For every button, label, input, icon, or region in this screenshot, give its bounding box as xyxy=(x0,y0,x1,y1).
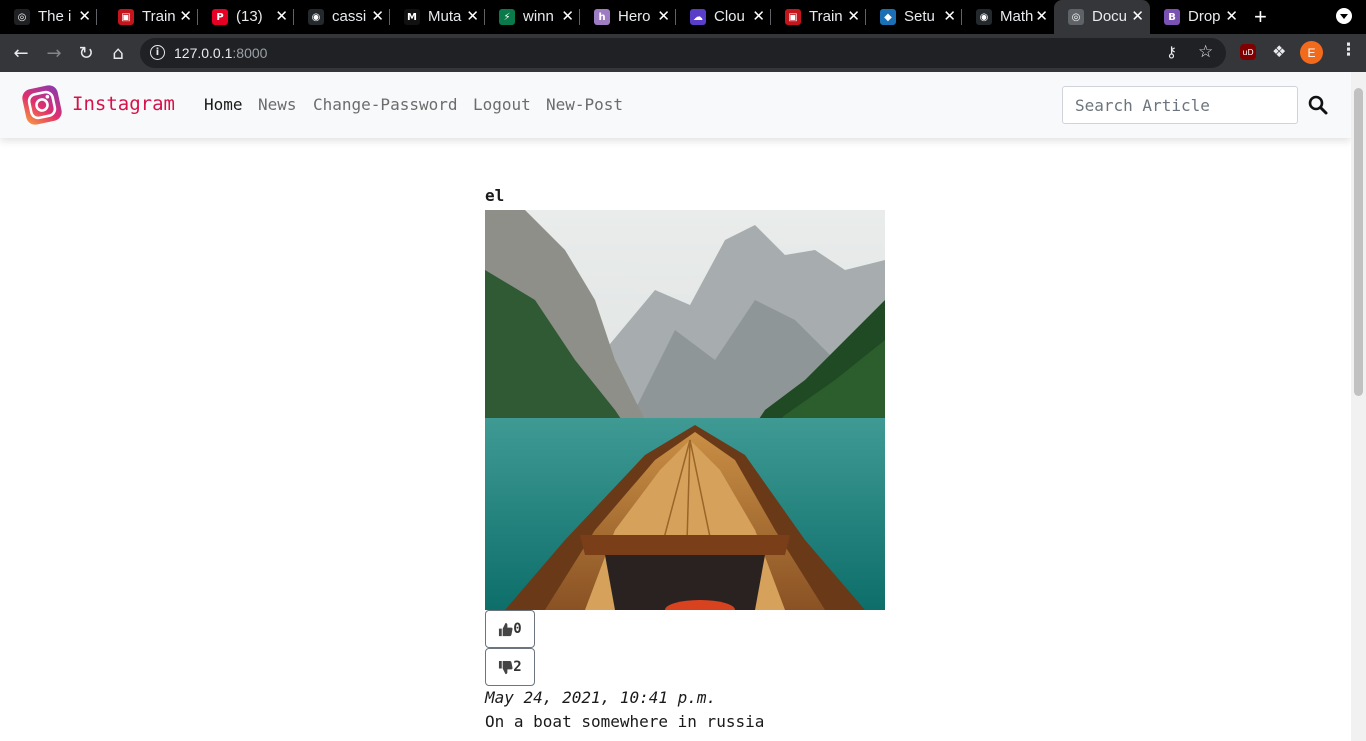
close-icon[interactable]: ✕ xyxy=(78,7,91,25)
new-tab-button[interactable]: + xyxy=(1254,4,1267,30)
close-icon[interactable]: ✕ xyxy=(371,7,384,25)
close-icon[interactable]: ✕ xyxy=(943,7,956,25)
github-icon: ◉ xyxy=(308,9,324,25)
nav-link-news[interactable]: News xyxy=(258,95,297,114)
browser-toolbar: ← → ↻ ⌂ i 127.0.0.1:8000 ⚷ ☆ uD ❖ ⋮ xyxy=(0,34,1366,72)
browser-tab[interactable]: ⚡ winn ✕ xyxy=(485,0,580,34)
tab-title: The i xyxy=(38,8,72,25)
bootstrap-icon: B xyxy=(1164,9,1180,25)
close-icon[interactable]: ✕ xyxy=(657,7,670,25)
key-icon[interactable]: ⚷ xyxy=(1166,43,1177,61)
close-icon[interactable]: ✕ xyxy=(275,7,288,25)
tab-title: Train xyxy=(809,8,843,25)
bookmark-star-icon[interactable]: ☆ xyxy=(1198,42,1213,62)
tab-title: Train xyxy=(142,8,176,25)
tab-title: Hero xyxy=(618,8,651,25)
scrollbar-thumb[interactable] xyxy=(1354,88,1363,396)
bolt-icon: ⚡ xyxy=(499,9,515,25)
reload-icon[interactable]: ↻ xyxy=(75,42,97,64)
close-icon[interactable]: ✕ xyxy=(1131,7,1144,25)
heroku-icon: h xyxy=(594,9,610,25)
nav-link-home[interactable]: Home xyxy=(204,95,243,114)
browser-tab[interactable]: ◎ Docu ✕ xyxy=(1054,0,1150,34)
square-icon: ▣ xyxy=(118,9,134,25)
instagram-logo-icon[interactable] xyxy=(19,84,65,126)
close-icon[interactable]: ✕ xyxy=(561,7,574,25)
address-bar[interactable]: i 127.0.0.1:8000 ⚷ ☆ xyxy=(140,38,1226,68)
browser-tab[interactable]: M Muta ✕ xyxy=(390,0,485,34)
nav-link-change-password[interactable]: Change-Password xyxy=(313,95,458,114)
close-icon[interactable]: ✕ xyxy=(466,7,479,25)
tab-title: cassi xyxy=(332,8,367,25)
browser-tab[interactable]: B Drop ✕ xyxy=(1150,0,1244,34)
search-input[interactable] xyxy=(1062,86,1298,124)
page-viewport: Instagram Home News Change-Password Logo… xyxy=(0,72,1366,741)
block-icon: M xyxy=(404,9,420,25)
globe-icon: ◎ xyxy=(1068,9,1084,25)
tab-search-icon[interactable] xyxy=(1336,8,1352,24)
square-icon: ▣ xyxy=(785,9,801,25)
nav-link-new-post[interactable]: New-Post xyxy=(546,95,623,114)
menu-kebab-icon[interactable]: ⋮ xyxy=(1340,40,1357,60)
browser-tab[interactable]: ▣ Train ✕ xyxy=(771,0,866,34)
forward-icon[interactable]: → xyxy=(43,42,65,64)
back-icon[interactable]: ← xyxy=(10,42,32,64)
tab-title: Docu xyxy=(1092,8,1128,25)
browser-tab[interactable]: ◆ Setu ✕ xyxy=(866,0,962,34)
search-icon[interactable] xyxy=(1307,94,1329,116)
github-icon: ◉ xyxy=(976,9,992,25)
ublock-icon[interactable]: uD xyxy=(1240,44,1256,60)
browser-tab[interactable]: ☁ Clou ✕ xyxy=(676,0,771,34)
tab-title: (13) xyxy=(236,8,263,25)
like-count: 0 xyxy=(513,621,522,637)
close-icon[interactable]: ✕ xyxy=(1225,7,1238,25)
fox-icon: ◆ xyxy=(880,9,896,25)
pinterest-icon: P xyxy=(212,9,228,25)
tab-title: Setu xyxy=(904,8,935,25)
brand-name[interactable]: Instagram xyxy=(72,93,175,115)
like-button[interactable]: 0 xyxy=(485,610,535,648)
close-icon[interactable]: ✕ xyxy=(179,7,192,25)
tab-title: Clou xyxy=(714,8,745,25)
site-info-icon[interactable]: i xyxy=(150,45,165,60)
post-caption: On a boat somewhere in russia xyxy=(485,712,765,731)
browser-tab[interactable]: ◎ The i ✕ xyxy=(0,0,97,34)
page-scrollbar[interactable] xyxy=(1351,72,1366,741)
site-navbar: Instagram Home News Change-Password Logo… xyxy=(0,72,1351,138)
post-date: May 24, 2021, 10:41 p.m. xyxy=(485,688,717,707)
post-image xyxy=(485,210,885,610)
post-author[interactable]: el xyxy=(485,186,504,205)
browser-tab[interactable]: ▣ Train ✕ xyxy=(104,0,198,34)
cloud-icon: ☁ xyxy=(690,9,706,25)
browser-tab[interactable]: P (13) ✕ xyxy=(198,0,294,34)
close-icon[interactable]: ✕ xyxy=(847,7,860,25)
nav-link-logout[interactable]: Logout xyxy=(473,95,531,114)
tab-separator xyxy=(96,9,97,25)
browser-tab[interactable]: ◉ Math ✕ xyxy=(962,0,1054,34)
tab-title: Math xyxy=(1000,8,1034,25)
tab-title: Drop xyxy=(1188,8,1221,25)
browser-tab[interactable]: h Hero ✕ xyxy=(580,0,676,34)
url-text[interactable]: 127.0.0.1:8000 xyxy=(174,45,267,61)
thumbs-down-icon xyxy=(499,660,513,674)
browser-tab[interactable]: ◉ cassi ✕ xyxy=(294,0,390,34)
home-icon[interactable]: ⌂ xyxy=(107,42,129,64)
close-icon[interactable]: ✕ xyxy=(1035,7,1048,25)
profile-avatar[interactable]: E xyxy=(1300,41,1323,64)
browser-tab-strip: ◎ The i ✕ ▣ Train ✕ P (13) ✕ ◉ cassi ✕ M Muta ✕ ⚡ winn ✕ h… xyxy=(0,0,1366,34)
dislike-count: 2 xyxy=(513,659,522,675)
dislike-button[interactable]: 2 xyxy=(485,648,535,686)
tab-title: winn xyxy=(523,8,554,25)
globe-icon: ◎ xyxy=(14,9,30,25)
thumbs-up-icon xyxy=(499,622,513,636)
tab-title: Muta xyxy=(428,8,462,25)
extensions-puzzle-icon[interactable]: ❖ xyxy=(1272,42,1286,61)
close-icon[interactable]: ✕ xyxy=(752,7,765,25)
